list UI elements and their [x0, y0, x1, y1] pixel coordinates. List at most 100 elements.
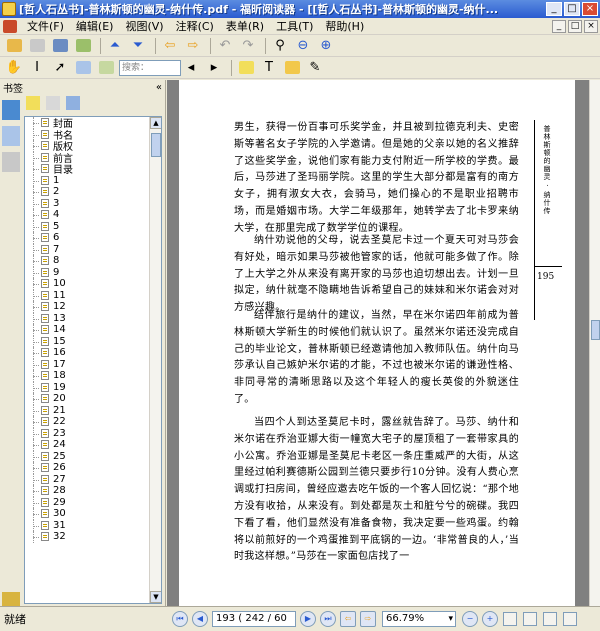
menu-file[interactable]: 文件(F): [21, 18, 70, 34]
bookmark-item[interactable]: 30: [25, 508, 161, 520]
previous-page-button[interactable]: ◀: [192, 611, 208, 627]
bookmark-item[interactable]: 9: [25, 266, 161, 278]
bookmark-item[interactable]: 32: [25, 531, 161, 543]
bookmarks-tab-icon[interactable]: [2, 100, 20, 120]
menu-view[interactable]: 视图(V): [119, 18, 169, 34]
image-button[interactable]: [96, 59, 116, 77]
new-bookmark-icon[interactable]: [46, 96, 60, 110]
page-number-input[interactable]: 193: [216, 613, 235, 624]
menu-edit[interactable]: 编辑(E): [70, 18, 120, 34]
forward-button[interactable]: ⇨: [183, 37, 203, 55]
pages-tab-icon[interactable]: [2, 126, 20, 146]
expand-bookmark-icon[interactable]: [26, 96, 40, 110]
bookmark-item[interactable]: 封面: [25, 117, 161, 130]
bookmark-item[interactable]: 21: [25, 404, 161, 416]
doc-minimize-button[interactable]: _: [552, 19, 566, 33]
document-scrollbar[interactable]: [589, 80, 600, 606]
last-page-button[interactable]: ⏭: [320, 611, 336, 627]
bookmark-item[interactable]: 20: [25, 393, 161, 405]
note-button[interactable]: [282, 59, 302, 77]
prev-page-button[interactable]: ⏶: [105, 37, 125, 55]
bookmark-item[interactable]: 目录: [25, 163, 161, 176]
snapshot-button[interactable]: [73, 59, 93, 77]
zoom-out-button[interactable]: ⊖: [293, 37, 313, 55]
text-select-button[interactable]: I: [27, 59, 47, 77]
bookmark-item[interactable]: 22: [25, 416, 161, 428]
maximize-button[interactable]: □: [564, 2, 580, 16]
bookmark-item[interactable]: 17: [25, 358, 161, 370]
continuous-facing-view-icon[interactable]: [563, 612, 577, 626]
layers-tab-icon[interactable]: [2, 152, 20, 172]
search-input[interactable]: 搜索：: [119, 59, 181, 76]
print-button[interactable]: [50, 37, 70, 55]
bookmark-item[interactable]: 12: [25, 301, 161, 313]
doc-close-button[interactable]: ×: [584, 19, 598, 33]
bookmark-item[interactable]: 15: [25, 335, 161, 347]
next-page-button[interactable]: ⏷: [128, 37, 148, 55]
find-prev-button[interactable]: ◂: [181, 59, 201, 77]
save-button[interactable]: [27, 37, 47, 55]
bookmark-item[interactable]: 18: [25, 370, 161, 382]
zoom-tool-button[interactable]: ⚲: [270, 37, 290, 55]
zoom-in-button[interactable]: ⊕: [316, 37, 336, 55]
document-scroll-thumb[interactable]: [591, 320, 600, 340]
bookmark-item[interactable]: 11: [25, 289, 161, 301]
bookmark-item[interactable]: 6: [25, 232, 161, 244]
document-icon[interactable]: [3, 19, 17, 33]
bookmark-item[interactable]: 1: [25, 174, 161, 186]
bookmark-item[interactable]: 版权: [25, 140, 161, 153]
typewriter-button[interactable]: T: [259, 59, 279, 77]
first-page-button[interactable]: ⏮: [172, 611, 188, 627]
bookmark-item[interactable]: 28: [25, 485, 161, 497]
bookmark-options-icon[interactable]: [66, 96, 80, 110]
collapse-panel-button[interactable]: «: [156, 82, 162, 93]
bookmark-item[interactable]: 3: [25, 197, 161, 209]
scroll-up-icon[interactable]: ▲: [150, 117, 161, 129]
single-page-view-icon[interactable]: [503, 612, 517, 626]
bookmark-item[interactable]: 23: [25, 427, 161, 439]
history-back-button[interactable]: ⇦: [340, 611, 356, 627]
minimize-button[interactable]: _: [546, 2, 562, 16]
highlight-button[interactable]: [236, 59, 256, 77]
bookmark-item[interactable]: 19: [25, 381, 161, 393]
bookmark-item[interactable]: 2: [25, 186, 161, 198]
status-zoom-in-button[interactable]: +: [482, 611, 498, 627]
menu-comment[interactable]: 注释(C): [170, 18, 220, 34]
bookmark-item[interactable]: 书名: [25, 128, 161, 142]
bookmark-item[interactable]: 4: [25, 209, 161, 221]
find-next-button[interactable]: ▸: [204, 59, 224, 77]
bookmark-item[interactable]: 27: [25, 473, 161, 485]
bookmark-item[interactable]: 24: [25, 439, 161, 451]
bookmark-item[interactable]: 5: [25, 220, 161, 232]
menu-tools[interactable]: 工具(T): [270, 18, 319, 34]
bookmark-item[interactable]: 16: [25, 347, 161, 359]
hand-tool-button[interactable]: ✋: [4, 59, 24, 77]
undo-button[interactable]: ↶: [215, 37, 235, 55]
open-button[interactable]: [4, 37, 24, 55]
bookmark-scrollbar[interactable]: ▲ ▼: [149, 117, 161, 603]
facing-view-icon[interactable]: [543, 612, 557, 626]
zoom-select[interactable]: 66.79%: [382, 611, 456, 627]
doc-restore-button[interactable]: □: [568, 19, 582, 33]
pencil-button[interactable]: ✎: [305, 59, 325, 77]
select-tool-button[interactable]: ➚: [50, 59, 70, 77]
bookmark-item[interactable]: 14: [25, 324, 161, 336]
redo-button[interactable]: ↷: [238, 37, 258, 55]
bookmark-item[interactable]: 31: [25, 519, 161, 531]
bookmark-item[interactable]: 10: [25, 278, 161, 290]
bookmark-item[interactable]: 26: [25, 462, 161, 474]
scroll-down-icon[interactable]: ▼: [150, 591, 161, 603]
bookmark-item[interactable]: 8: [25, 255, 161, 267]
bookmark-item[interactable]: 前言: [25, 151, 161, 165]
bookmark-item[interactable]: 25: [25, 450, 161, 462]
bookmark-item[interactable]: 7: [25, 243, 161, 255]
next-page-status-button[interactable]: ▶: [300, 611, 316, 627]
page-number-field[interactable]: 193 ( 242 / 60: [212, 611, 296, 627]
menu-help[interactable]: 帮助(H): [319, 18, 370, 34]
status-zoom-out-button[interactable]: −: [462, 611, 478, 627]
bookmark-item[interactable]: 29: [25, 496, 161, 508]
back-button[interactable]: ⇦: [160, 37, 180, 55]
history-forward-button[interactable]: ⇨: [360, 611, 376, 627]
email-button[interactable]: [73, 37, 93, 55]
close-button[interactable]: ×: [582, 2, 598, 16]
